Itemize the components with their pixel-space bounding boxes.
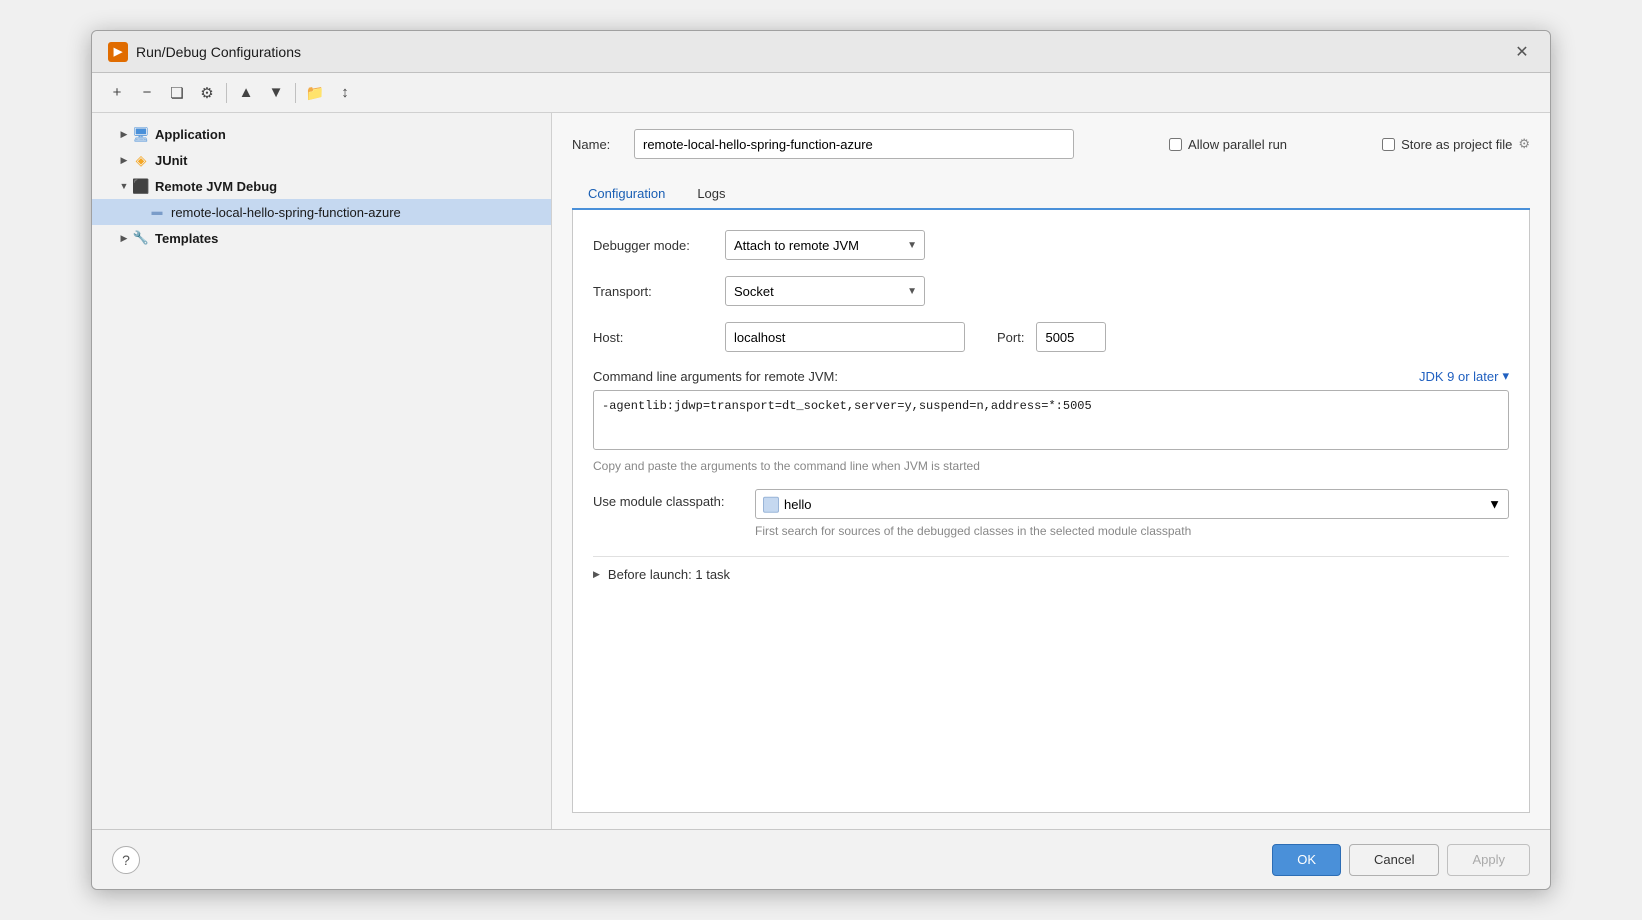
sort-button[interactable]: ↕ — [332, 80, 358, 106]
host-port-row: Host: Port: — [593, 322, 1509, 352]
store-project-checkbox[interactable] — [1382, 138, 1395, 151]
sidebar-item-application[interactable]: ▶ 🖥 Application — [92, 121, 551, 147]
sidebar-label-remote-jvm: Remote JVM Debug — [155, 179, 277, 194]
name-row: Name: Allow parallel run Store as projec… — [572, 129, 1530, 159]
title-bar-left: ▶ Run/Debug Configurations — [108, 42, 301, 62]
transport-label: Transport: — [593, 284, 713, 299]
tree-arrow-remote-jvm: ▼ — [116, 178, 132, 194]
jdk-link[interactable]: JDK 9 or later ▾ — [1419, 368, 1509, 384]
cancel-button[interactable]: Cancel — [1349, 844, 1439, 876]
toolbar-separator-2 — [295, 83, 296, 103]
apply-button[interactable]: Apply — [1447, 844, 1530, 876]
tabs-row: Configuration Logs — [572, 179, 1530, 210]
tree-arrow-application: ▶ — [116, 126, 132, 142]
wrench-icon: 🔧 — [132, 229, 150, 247]
copy-button[interactable]: ❏ — [164, 80, 190, 106]
module-classpath-row: Use module classpath: hello ▼ First sear… — [593, 489, 1509, 540]
title-bar: ▶ Run/Debug Configurations ✕ — [92, 31, 1550, 73]
debugger-mode-label: Debugger mode: — [593, 238, 713, 253]
debugger-mode-select-wrap: Attach to remote JVM Listen to remote JV… — [725, 230, 925, 260]
jdk-link-text: JDK 9 or later — [1419, 369, 1498, 384]
transport-row: Transport: Socket Shared memory ▼ — [593, 276, 1509, 306]
move-down-button[interactable]: ▼ — [263, 80, 289, 106]
main-content: ▶ 🖥 Application ▶ ◈ JUnit ▼ ⬛ Remote JVM… — [92, 113, 1550, 829]
sidebar-item-config[interactable]: ▬ remote-local-hello-spring-function-azu… — [92, 199, 551, 225]
toolbar: + − ❏ ⚙ ▲ ▼ 📁 ↕ — [92, 73, 1550, 113]
debugger-mode-row: Debugger mode: Attach to remote JVM List… — [593, 230, 1509, 260]
add-button[interactable]: + — [104, 80, 130, 106]
junit-icon: ◈ — [132, 151, 150, 169]
sidebar-item-remote-jvm[interactable]: ▼ ⬛ Remote JVM Debug — [92, 173, 551, 199]
settings-button[interactable]: ⚙ — [194, 80, 220, 106]
debugger-mode-select[interactable]: Attach to remote JVM Listen to remote JV… — [725, 230, 925, 260]
store-project-group: Store as project file ⚙ — [1382, 136, 1530, 152]
run-debug-dialog: ▶ Run/Debug Configurations ✕ + − ❏ ⚙ ▲ ▼… — [91, 30, 1551, 890]
remove-button[interactable]: − — [134, 80, 160, 106]
gear-icon: ⚙ — [1518, 136, 1530, 152]
module-select-container: hello ▼ — [755, 489, 1509, 519]
module-hint: First search for sources of the debugged… — [755, 523, 1509, 540]
allow-parallel-group: Allow parallel run — [1169, 137, 1287, 152]
module-select[interactable]: hello — [755, 489, 1509, 519]
sidebar-label-junit: JUnit — [155, 153, 188, 168]
close-button[interactable]: ✕ — [1510, 40, 1534, 64]
cmdline-label: Command line arguments for remote JVM: — [593, 369, 838, 384]
bottom-left: ? — [112, 846, 140, 874]
toolbar-separator-1 — [226, 83, 227, 103]
cmdline-hint: Copy and paste the arguments to the comm… — [593, 459, 1509, 473]
bottom-right: OK Cancel Apply — [1272, 844, 1530, 876]
sidebar-item-templates[interactable]: ▶ 🔧 Templates — [92, 225, 551, 251]
cmdline-section: Command line arguments for remote JVM: J… — [593, 368, 1509, 473]
allow-parallel-checkbox[interactable] — [1169, 138, 1182, 151]
config-file-icon: ▬ — [148, 203, 166, 221]
name-input[interactable] — [634, 129, 1074, 159]
port-input[interactable] — [1036, 322, 1106, 352]
host-input[interactable] — [725, 322, 965, 352]
module-select-wrap: hello ▼ First search for sources of the … — [755, 489, 1509, 540]
dialog-title: Run/Debug Configurations — [136, 44, 301, 60]
sidebar-item-junit[interactable]: ▶ ◈ JUnit — [92, 147, 551, 173]
sidebar-label-config: remote-local-hello-spring-function-azure — [171, 205, 401, 220]
sidebar: ▶ 🖥 Application ▶ ◈ JUnit ▼ ⬛ Remote JVM… — [92, 113, 552, 829]
before-launch-section[interactable]: ▶ Before launch: 1 task — [593, 556, 1509, 592]
jvm-icon: ⬛ — [132, 177, 150, 195]
tree-arrow-junit: ▶ — [116, 152, 132, 168]
cmdline-textarea[interactable] — [593, 390, 1509, 450]
name-label: Name: — [572, 137, 622, 152]
app-icon: ▶ — [108, 42, 128, 62]
sidebar-label-application: Application — [155, 127, 226, 142]
transport-select[interactable]: Socket Shared memory — [725, 276, 925, 306]
host-label: Host: — [593, 330, 713, 345]
tab-configuration[interactable]: Configuration — [572, 179, 681, 210]
ok-button[interactable]: OK — [1272, 844, 1341, 876]
jdk-link-arrow-icon: ▾ — [1502, 368, 1509, 384]
transport-select-wrap: Socket Shared memory ▼ — [725, 276, 925, 306]
bottom-bar: ? OK Cancel Apply — [92, 829, 1550, 889]
before-launch-label: Before launch: 1 task — [608, 567, 730, 582]
right-panel: Name: Allow parallel run Store as projec… — [552, 113, 1550, 829]
tree-arrow-config — [132, 204, 148, 220]
allow-parallel-label: Allow parallel run — [1188, 137, 1287, 152]
module-classpath-label: Use module classpath: — [593, 489, 743, 509]
cmdline-header: Command line arguments for remote JVM: J… — [593, 368, 1509, 384]
app-folder-icon: 🖥 — [132, 125, 150, 143]
before-launch-arrow-icon: ▶ — [593, 569, 600, 580]
sidebar-label-templates: Templates — [155, 231, 218, 246]
store-project-label: Store as project file — [1401, 137, 1512, 152]
config-panel: Debugger mode: Attach to remote JVM List… — [572, 210, 1530, 813]
help-button[interactable]: ? — [112, 846, 140, 874]
move-up-button[interactable]: ▲ — [233, 80, 259, 106]
folder-button[interactable]: 📁 — [302, 80, 328, 106]
tree-arrow-templates: ▶ — [116, 230, 132, 246]
port-label: Port: — [997, 330, 1024, 345]
tab-logs[interactable]: Logs — [681, 179, 741, 210]
